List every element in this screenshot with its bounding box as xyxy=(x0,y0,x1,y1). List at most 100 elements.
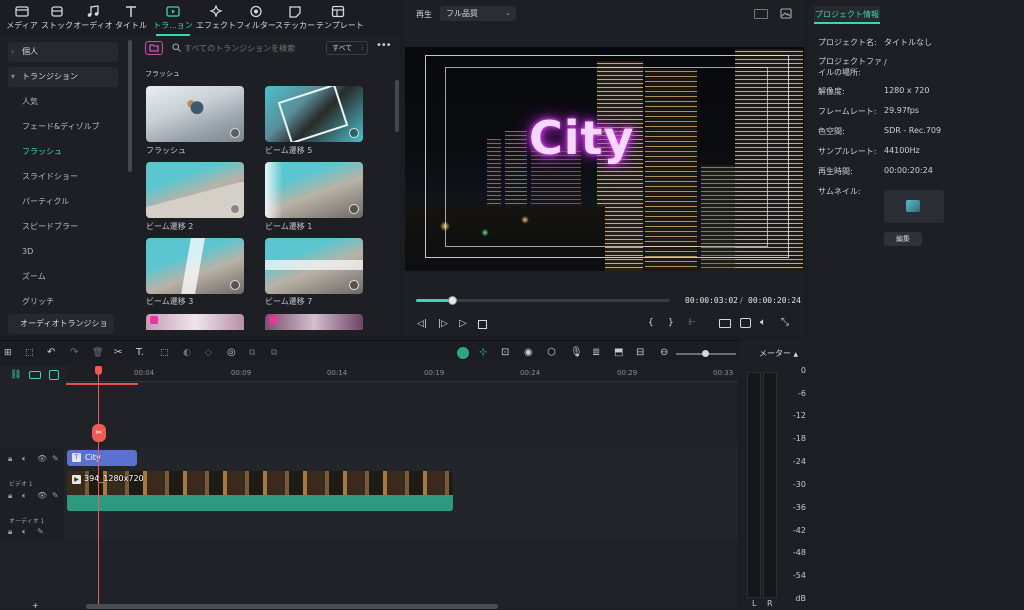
track-manager-icon[interactable] xyxy=(49,370,59,380)
tab-sticker[interactable]: ステッカー xyxy=(275,4,315,34)
lock-icon[interactable]: 🔒︎ xyxy=(8,491,12,501)
shield-icon[interactable]: ⬡ xyxy=(547,347,556,358)
library-add-button[interactable] xyxy=(145,41,163,55)
mute-icon[interactable]: 🔈︎ xyxy=(22,454,27,464)
video-clip[interactable]: ▶ 394_1280x720 xyxy=(67,471,453,511)
volume-icon[interactable]: 🔈︎ xyxy=(760,317,766,328)
timeline-horizontal-scrollbar[interactable] xyxy=(86,604,498,609)
filter-dropdown[interactable]: すべて ⫶ xyxy=(326,41,368,55)
group-icon[interactable]: ⧉ xyxy=(271,348,277,358)
snap-icon[interactable]: ⊹ xyxy=(479,347,487,358)
edit-thumbnail-button[interactable]: 編集 xyxy=(884,232,922,246)
download-icon[interactable] xyxy=(230,280,240,290)
mute-icon[interactable]: 🔈︎ xyxy=(22,527,27,537)
sidebar-item-audio-transition[interactable]: オーディオトランジション xyxy=(8,314,114,348)
library-scrollbar[interactable] xyxy=(395,80,399,132)
tab-transition[interactable]: トラ...ョン xyxy=(152,4,194,34)
fullscreen-icon[interactable]: ⤡ xyxy=(781,317,789,328)
fit-icon[interactable]: ⊟ xyxy=(636,347,644,358)
subtitle-icon[interactable]: ≣ xyxy=(592,347,600,358)
play-reverse-icon[interactable]: |▷ xyxy=(438,319,448,329)
transition-thumb-partial[interactable] xyxy=(265,314,363,330)
render-preview-icon[interactable] xyxy=(719,319,731,328)
quality-dropdown[interactable]: フル品質 ⌄ xyxy=(440,6,516,21)
edit-track-icon[interactable]: ✎ xyxy=(52,454,59,463)
sidebar-item-popular[interactable]: 人気 xyxy=(8,92,118,112)
lock-icon[interactable]: 🔒︎ xyxy=(8,454,12,464)
transition-thumb-beam-1[interactable] xyxy=(265,162,363,218)
link-track-icon[interactable]: ⛓ xyxy=(10,370,21,380)
sidebar-scrollbar[interactable] xyxy=(128,40,132,172)
work-area-bar[interactable] xyxy=(66,383,138,385)
tab-stock[interactable]: ストック xyxy=(37,4,77,34)
sidebar-item-flash[interactable]: フラッシュ xyxy=(8,142,118,162)
eye-icon[interactable]: 👁︎ xyxy=(37,454,47,463)
transition-thumb-partial[interactable] xyxy=(146,314,244,330)
download-icon[interactable] xyxy=(230,128,240,138)
magnet-icon[interactable] xyxy=(457,347,469,359)
sidebar-item-transitions[interactable]: ▾ トランジション xyxy=(8,67,118,87)
playback-progress-track[interactable] xyxy=(416,296,670,305)
speed-icon[interactable]: ◎ xyxy=(227,347,236,358)
tab-media[interactable]: メディア xyxy=(2,4,42,34)
tab-audio[interactable]: オーディオ xyxy=(73,4,113,34)
select-tool-icon[interactable]: ⬚ xyxy=(25,348,34,358)
snapshot-icon[interactable] xyxy=(740,318,751,328)
ai-icon[interactable]: ⧉ xyxy=(249,348,255,358)
crop-icon[interactable]: ⬚ xyxy=(160,348,169,358)
delete-icon[interactable]: 🗑︎ xyxy=(92,348,103,358)
motion-track-icon[interactable]: ◉ xyxy=(524,347,533,358)
zoom-slider-track[interactable] xyxy=(676,350,736,357)
edit-track-icon[interactable]: ✎ xyxy=(52,491,59,500)
mute-icon[interactable]: 🔈︎ xyxy=(22,491,27,501)
mark-out-icon[interactable]: } xyxy=(668,318,674,328)
color-icon[interactable]: ◐ xyxy=(183,348,191,358)
prev-frame-icon[interactable]: ◁| xyxy=(417,319,427,329)
meter-header[interactable]: メーター ▲ xyxy=(759,348,798,359)
tab-template[interactable]: テンプレート xyxy=(316,4,364,34)
mask-icon[interactable]: ◇ xyxy=(205,348,212,358)
text-tool-icon[interactable]: T. xyxy=(136,347,144,358)
transition-thumb-beam-2[interactable] xyxy=(146,162,244,218)
sidebar-item-zoom[interactable]: ズーム xyxy=(8,267,118,287)
project-info-tab[interactable]: プロジェクト情報 xyxy=(814,6,880,24)
playback-progress-handle[interactable] xyxy=(447,296,457,305)
lock-icon[interactable]: 🔒︎ xyxy=(8,527,12,537)
stop-icon[interactable] xyxy=(478,320,487,329)
search-input[interactable] xyxy=(184,41,320,55)
split-icon[interactable]: ✂ xyxy=(114,347,122,358)
layout-icon[interactable]: ⊞ xyxy=(4,348,12,358)
transition-thumb-beam-5[interactable] xyxy=(265,86,363,142)
sidebar-item-particle[interactable]: パーティクル xyxy=(8,192,118,212)
transition-thumb-flash[interactable] xyxy=(146,86,244,142)
download-icon[interactable] xyxy=(349,204,359,214)
microphone-icon[interactable]: 🎙︎ xyxy=(570,347,583,358)
download-icon[interactable] xyxy=(349,128,359,138)
add-track-icon[interactable] xyxy=(29,371,41,379)
compare-view-icon[interactable] xyxy=(754,9,768,19)
audio-mix-icon[interactable]: ⊡ xyxy=(501,347,509,358)
replace-icon[interactable]: ⬒ xyxy=(614,347,623,358)
playhead-handle[interactable] xyxy=(95,366,102,375)
tab-title[interactable]: タイトル xyxy=(111,4,151,34)
split-marker-icon[interactable]: ✂ xyxy=(92,424,106,442)
mark-in-icon[interactable]: { xyxy=(648,318,654,328)
sidebar-item-fade[interactable]: フェード&ディゾルブ xyxy=(8,117,118,137)
download-icon[interactable] xyxy=(349,280,359,290)
transition-thumb-beam-3[interactable] xyxy=(146,238,244,294)
title-clip[interactable]: T City xyxy=(67,450,137,466)
sidebar-item-personal[interactable]: › 個人 xyxy=(8,42,118,62)
play-icon[interactable]: ▷ xyxy=(459,318,467,329)
undo-icon[interactable]: ↶ xyxy=(47,347,55,358)
sidebar-item-slideshow[interactable]: スライドショー xyxy=(8,167,118,187)
edit-track-icon[interactable]: ✎ xyxy=(37,527,44,536)
sidebar-item-glitch[interactable]: グリッチ xyxy=(8,292,118,312)
sidebar-item-3d[interactable]: 3D xyxy=(8,242,118,262)
eye-icon[interactable]: 👁︎ xyxy=(37,491,47,500)
download-icon[interactable] xyxy=(230,204,240,214)
sidebar-item-speed-blur[interactable]: スピードブラー xyxy=(8,217,118,237)
tab-effect[interactable]: エフェクト xyxy=(196,4,236,34)
zoom-out-icon[interactable]: ⊖ xyxy=(660,347,668,358)
tab-filter[interactable]: フィルター xyxy=(236,4,276,34)
insert-icon[interactable]: ⊩ xyxy=(688,318,696,328)
